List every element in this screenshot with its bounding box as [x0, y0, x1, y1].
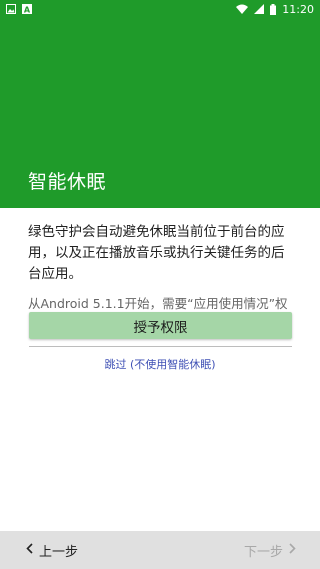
feature-description: 绿色守护会自动避免休眠当前位于前台的应用，以及正在播放音乐或执行关键任务的后台应…	[28, 224, 285, 282]
header-banner: 智能休眠	[0, 18, 320, 208]
next-label: 下一步	[243, 544, 283, 560]
previous-button[interactable]: 上一步	[26, 541, 78, 560]
main-content: 绿色守护会自动避免休眠当前位于前台的应用，以及正在播放音乐或执行关键任务的后台应…	[0, 208, 320, 371]
grant-permission-button[interactable]: 授予权限	[29, 312, 292, 339]
svg-text:A: A	[24, 5, 31, 14]
next-button[interactable]: 下一步	[244, 541, 296, 560]
divider	[29, 346, 292, 347]
page-title: 智能休眠	[28, 171, 107, 193]
status-right-icons: 11:20	[236, 3, 314, 16]
battery-icon	[270, 3, 277, 15]
wifi-icon	[236, 4, 249, 14]
font-notification-icon: A	[22, 4, 32, 14]
previous-label: 上一步	[39, 544, 79, 560]
chevron-right-icon	[289, 542, 296, 558]
status-left-icons: A	[6, 4, 32, 14]
status-bar: A 11:20	[0, 0, 320, 18]
image-notification-icon	[6, 4, 16, 14]
signal-icon	[254, 4, 265, 14]
bottom-navigation: 上一步 下一步	[0, 531, 320, 569]
chevron-left-icon	[26, 542, 33, 558]
status-time: 11:20	[282, 2, 314, 16]
skip-link[interactable]: 跳过 (不使用智能休眠)	[0, 356, 320, 372]
